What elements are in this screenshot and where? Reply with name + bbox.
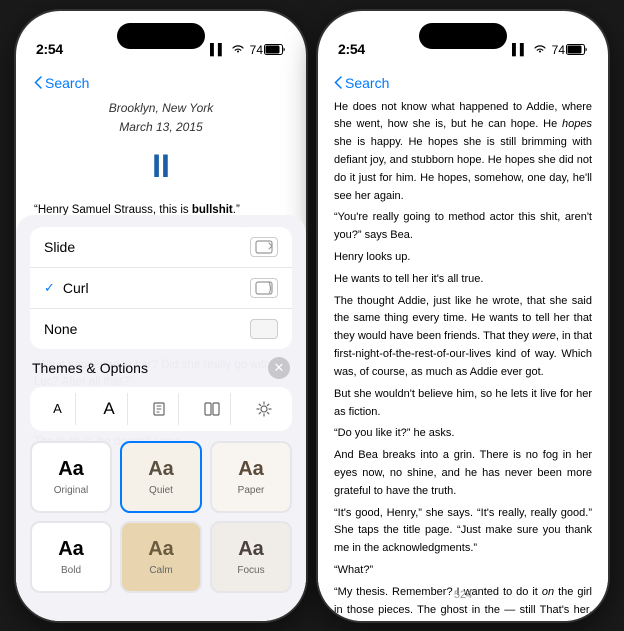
large-a-label: A [103,399,114,419]
theme-label-bold: Bold [61,565,81,576]
chapter-number: II [34,141,288,192]
dynamic-island-right [419,23,507,49]
signal-icon: ▌▌ [210,44,226,56]
reader-para-6: But she wouldn't believe him, so he lets… [334,386,592,422]
theme-original-card[interactable]: Aa Original [30,441,112,513]
theme-aa-calm: Aa [148,538,174,561]
wifi-icon [231,43,245,57]
theme-calm-card[interactable]: Aa Calm [120,521,202,593]
page-number: 524 [454,589,472,601]
theme-aa-focus: Aa [238,538,264,561]
curl-icon [250,278,278,298]
theme-aa-bold: Aa [58,538,84,561]
slide-options: Slide ✓ Curl [30,227,292,349]
book-header: Brooklyn, New York March 13, 2015 II [34,99,288,193]
battery-icon: 74 [250,43,286,57]
theme-label-focus: Focus [237,565,264,576]
location-line2: March 13, 2015 [34,118,288,137]
theme-label-paper: Paper [238,485,265,496]
theme-cards-row-2: Aa Bold Aa Calm Aa Focus [30,521,292,593]
reader-para-7: “Do you like it?” he asks. [334,425,592,443]
font-increase-btn[interactable]: A [92,393,128,425]
theme-aa-original: Aa [58,458,84,481]
wifi-icon-r [533,43,547,57]
reader-para-10: “What?” [334,562,592,580]
font-controls: A A [30,387,292,431]
theme-cards-row-1: Aa Original Aa Quiet Aa Paper [30,441,292,513]
theme-aa-paper: Aa [238,458,264,481]
layout-btn[interactable] [195,393,231,425]
reader-text: He does not know what happened to Addie,… [334,99,592,621]
status-icons-right: ▌▌ 74 [512,43,588,57]
close-button[interactable]: ✕ [268,357,290,379]
theme-label-quiet: Quiet [149,485,173,496]
back-label-right: Search [345,75,389,91]
back-button-right[interactable]: Search [334,75,389,91]
theme-aa-quiet: Aa [148,458,174,481]
none-icon [250,319,278,339]
theme-bold-card[interactable]: Aa Bold [30,521,112,593]
dynamic-island [117,23,205,49]
nav-bar-left: Search [34,71,288,99]
small-a-label: A [53,401,62,416]
font-style-btn[interactable] [143,393,179,425]
reader-para-5: The thought Addie, just like he wrote, t… [334,293,592,382]
signal-icon-r: ▌▌ [512,44,528,56]
reader-para-2: “You're really going to method actor thi… [334,209,592,245]
status-time-right: 2:54 [338,41,365,57]
themes-header: Themes & Options ✕ [30,357,292,379]
left-phone: 2:54 ▌▌ 74 [16,11,306,621]
nav-bar-right: Search [334,71,592,99]
reader-para-3: Henry looks up. [334,249,592,267]
theme-focus-card[interactable]: Aa Focus [210,521,292,593]
slide-option-slide[interactable]: Slide [30,227,292,268]
theme-quiet-card[interactable]: Aa Quiet [120,441,202,513]
bottom-panel: Slide ✓ Curl [16,215,306,621]
reader-content: Search He does not know what happened to… [318,63,608,621]
reader-para-4: He wants to tell her it's all true. [334,271,592,289]
theme-label-original: Original [54,485,88,496]
phones-container: 2:54 ▌▌ 74 [0,0,624,631]
right-phone: 2:54 ▌▌ 74 [318,11,608,621]
slide-option-none[interactable]: None [30,309,292,349]
reader-para-8: And Bea breaks into a grin. There is no … [334,447,592,500]
brightness-btn[interactable] [246,393,282,425]
battery-icon-r: 74 [552,43,588,57]
check-icon: ✓ [44,280,55,296]
slide-label: Slide [44,239,75,255]
back-button-left[interactable]: Search [34,75,89,91]
reader-para-9: “It's good, Henry,” she says. “It's real… [334,505,592,558]
theme-paper-card[interactable]: Aa Paper [210,441,292,513]
none-label: None [44,321,77,337]
location-line1: Brooklyn, New York [34,99,288,118]
back-label-left: Search [45,75,89,91]
slide-icon [250,237,278,257]
font-decrease-btn[interactable]: A [40,393,76,425]
status-icons-left: ▌▌ 74 [210,43,286,57]
theme-label-calm: Calm [149,565,172,576]
curl-label: Curl [63,280,89,296]
themes-title: Themes & Options [32,360,148,376]
status-time-left: 2:54 [36,41,63,57]
reader-para-1: He does not know what happened to Addie,… [334,99,592,206]
slide-option-curl[interactable]: ✓ Curl [30,268,292,309]
